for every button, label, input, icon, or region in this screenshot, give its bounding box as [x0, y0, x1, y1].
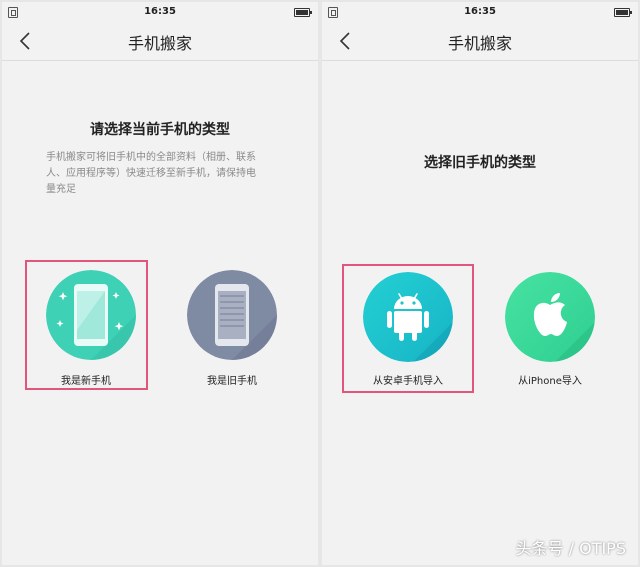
android-circle: [363, 272, 453, 362]
description-text: 手机搬家可将旧手机中的全部资料（相册、联系 人、应用程序等）快速迁移至新手机，请…: [46, 152, 256, 195]
status-time: 16:35: [144, 6, 176, 17]
iphone-circle: [505, 272, 595, 362]
option-label: 从iPhone导入: [518, 376, 582, 387]
battery-icon: [294, 8, 312, 17]
watermark: 头条号 / OTIPS: [515, 539, 626, 558]
old-phone-circle: [187, 270, 277, 360]
apple-icon: [505, 272, 595, 362]
nav-bar: 手机搬家: [322, 22, 638, 61]
option-old-phone[interactable]: 我是旧手机: [172, 270, 292, 388]
status-time: 16:35: [464, 6, 496, 17]
status-bar: 16:35: [322, 2, 638, 22]
option-import-android[interactable]: 从安卓手机导入: [348, 272, 468, 387]
android-icon: [363, 272, 453, 362]
battery-icon: [614, 8, 632, 17]
section-heading: 请选择当前手机的类型: [90, 122, 230, 138]
page-title: 手机搬家: [127, 34, 192, 53]
old-phone-icon: [187, 270, 277, 360]
option-import-iphone[interactable]: 从iPhone导入: [490, 272, 610, 387]
option-label: 我是新手机: [61, 376, 111, 387]
section-heading: 选择旧手机的类型: [424, 155, 536, 171]
option-label: 我是旧手机: [207, 376, 257, 387]
new-phone-circle: [46, 270, 136, 360]
right-screen: 16:35 手机搬家 选择旧手机的类型 从安卓手机导入 从iPhone导入: [322, 2, 638, 565]
new-phone-icon: [46, 270, 136, 360]
page-title: 手机搬家: [447, 34, 512, 53]
option-label: 从安卓手机导入: [373, 376, 443, 387]
nav-bar: 手机搬家: [2, 22, 318, 61]
status-bar: 16:35: [2, 2, 318, 22]
option-new-phone[interactable]: 我是新手机: [26, 270, 146, 388]
left-screen: 16:35 手机搬家 请选择当前手机的类型 手机搬家可将旧手机中的全部资料（相册…: [2, 2, 318, 565]
